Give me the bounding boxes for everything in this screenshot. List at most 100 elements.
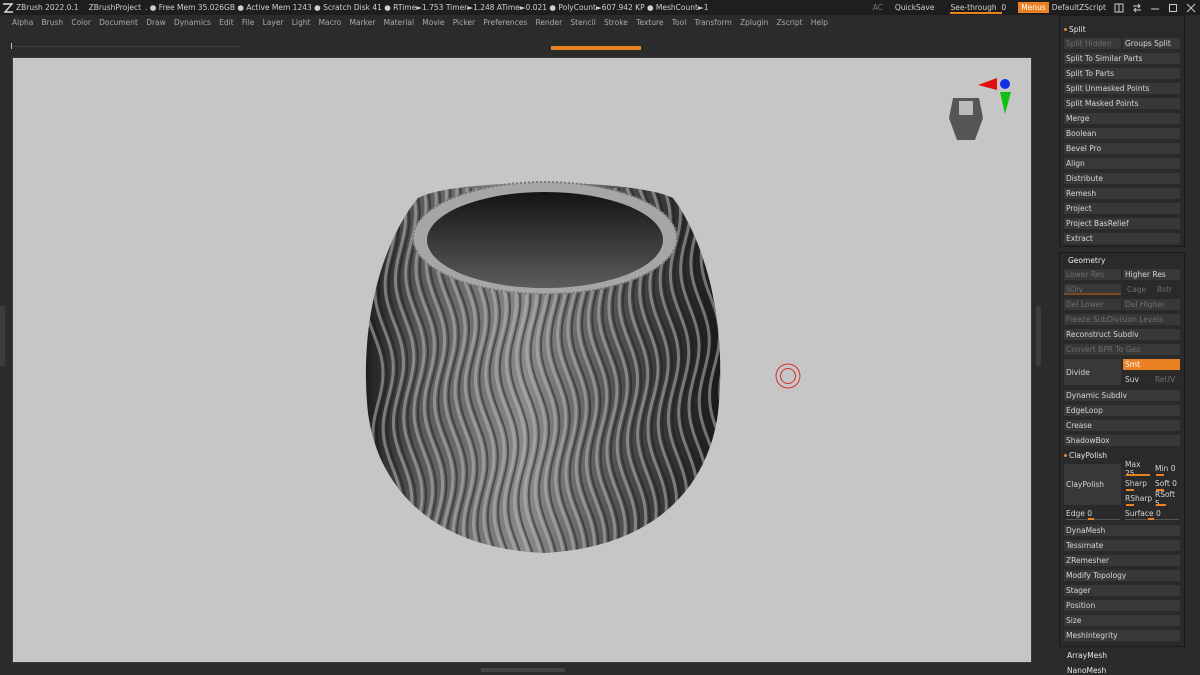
split-unmasked-button[interactable]: Split Unmasked Points	[1064, 83, 1180, 94]
menu-dynamics[interactable]: Dynamics	[174, 18, 211, 27]
project-menu[interactable]: Project	[1064, 203, 1180, 214]
crease-menu[interactable]: Crease	[1064, 420, 1180, 431]
document-canvas[interactable]	[13, 58, 1031, 662]
reuv-button[interactable]: ReUV	[1153, 374, 1181, 385]
split-hidden-button[interactable]: Split Hidden	[1064, 38, 1121, 49]
see-through-slider[interactable]: See-through 0	[950, 3, 1006, 14]
menu-stroke[interactable]: Stroke	[604, 18, 628, 27]
tessimate-menu[interactable]: Tessimate	[1064, 540, 1180, 551]
suv-toggle[interactable]: Suv	[1123, 374, 1151, 385]
convert-bpr-button[interactable]: Convert BPR To Geo	[1064, 344, 1180, 355]
dynamic-subdiv-menu[interactable]: Dynamic Subdiv	[1064, 390, 1180, 401]
sharp-slider[interactable]: Sharp	[1123, 478, 1151, 489]
menu-file[interactable]: File	[242, 18, 255, 27]
memory-info: . ● Free Mem 35.026GB ● Active Mem 1243 …	[145, 3, 709, 12]
zremesher-menu[interactable]: ZRemesher	[1064, 555, 1180, 566]
freeze-subdiv-button[interactable]: Freeze SubDivision Levels	[1064, 314, 1180, 325]
menu-render[interactable]: Render	[536, 18, 563, 27]
canvas-viewport[interactable]	[12, 57, 1032, 663]
shadowbox-menu[interactable]: ShadowBox	[1064, 435, 1180, 446]
sharp-slider-track	[1126, 489, 1134, 491]
menu-movie[interactable]: Movie	[422, 18, 444, 27]
menu-color[interactable]: Color	[71, 18, 91, 27]
default-zscript-button[interactable]: DefaultZScript	[1052, 3, 1106, 12]
layout-icon[interactable]	[1114, 3, 1124, 13]
menu-document[interactable]: Document	[99, 18, 138, 27]
menu-light[interactable]: Light	[292, 18, 311, 27]
divide-button[interactable]: Divide	[1064, 359, 1121, 385]
restore-icon[interactable]	[1168, 3, 1178, 13]
split-parts-button[interactable]: Split To Parts	[1064, 68, 1180, 79]
menu-texture[interactable]: Texture	[636, 18, 663, 27]
dynamesh-menu[interactable]: DynaMesh	[1064, 525, 1180, 536]
swap-icon[interactable]	[1132, 3, 1142, 13]
minimize-icon[interactable]	[1150, 3, 1160, 13]
menu-transform[interactable]: Transform	[695, 18, 732, 27]
bottom-tray-handle[interactable]	[481, 668, 565, 672]
smt-toggle[interactable]: Smt	[1123, 359, 1180, 370]
left-tray-handle[interactable]	[0, 306, 5, 366]
del-higher-button[interactable]: Del Higher	[1123, 299, 1180, 310]
menu-brush[interactable]: Brush	[42, 18, 64, 27]
nanomesh-menu[interactable]: NanoMesh	[1067, 665, 1106, 675]
sdiv-slider-track	[1064, 293, 1121, 295]
rsoft-slider[interactable]: RSoft 5	[1153, 490, 1181, 508]
menu-draw[interactable]: Draw	[146, 18, 166, 27]
menu-layer[interactable]: Layer	[263, 18, 284, 27]
split-similar-button[interactable]: Split To Similar Parts	[1064, 53, 1180, 64]
meshintegrity-menu[interactable]: MeshIntegrity	[1064, 630, 1180, 641]
merge-menu[interactable]: Merge	[1064, 113, 1180, 124]
size-menu[interactable]: Size	[1064, 615, 1180, 626]
menu-stencil[interactable]: Stencil	[570, 18, 595, 27]
soft-slider[interactable]: Soft 0	[1153, 478, 1181, 489]
higher-res-button[interactable]: Higher Res	[1123, 269, 1180, 280]
stager-menu[interactable]: Stager	[1064, 585, 1180, 596]
bevel-pro-menu[interactable]: Bevel Pro	[1064, 143, 1180, 154]
split-masked-button[interactable]: Split Masked Points	[1064, 98, 1180, 109]
menus-toggle[interactable]: Menus	[1018, 2, 1049, 13]
section-dot-icon	[1064, 454, 1067, 457]
reconstruct-subdiv-button[interactable]: Reconstruct Subdiv	[1064, 329, 1180, 340]
min-slider[interactable]: Min 0	[1153, 463, 1181, 474]
quicksave-button[interactable]: QuickSave	[895, 3, 935, 12]
menu-tool[interactable]: Tool	[672, 18, 687, 27]
modify-topology-menu[interactable]: Modify Topology	[1064, 570, 1180, 581]
menu-edit[interactable]: Edit	[219, 18, 234, 27]
ac-button[interactable]: AC	[873, 3, 883, 12]
menu-zplugin[interactable]: Zplugin	[740, 18, 768, 27]
align-menu[interactable]: Align	[1064, 158, 1180, 169]
extract-menu[interactable]: Extract	[1064, 233, 1180, 244]
cage-button[interactable]: Cage	[1125, 284, 1153, 295]
max-slider[interactable]: Max 25	[1123, 460, 1151, 478]
rsharp-slider[interactable]: RSharp	[1123, 493, 1152, 504]
claypolish-button[interactable]: ClayPolish	[1064, 464, 1121, 505]
claypolish-header[interactable]: ClayPolish	[1064, 450, 1107, 461]
boolean-menu[interactable]: Boolean	[1064, 128, 1180, 139]
edgeloop-menu[interactable]: EdgeLoop	[1064, 405, 1180, 416]
rstr-button[interactable]: Rstr	[1155, 284, 1181, 295]
menu-preferences[interactable]: Preferences	[483, 18, 527, 27]
menu-alpha[interactable]: Alpha	[12, 18, 33, 27]
menu-marker[interactable]: Marker	[350, 18, 376, 27]
menu-macro[interactable]: Macro	[319, 18, 342, 27]
split-section-header[interactable]: Split	[1064, 24, 1086, 35]
project-basrelief-menu[interactable]: Project BasRelief	[1064, 218, 1180, 229]
menu-material[interactable]: Material	[384, 18, 414, 27]
right-tray-handle[interactable]	[1036, 306, 1041, 366]
gizmo-axis-z	[1000, 79, 1010, 89]
remesh-menu[interactable]: Remesh	[1064, 188, 1180, 199]
palette-scrollbar[interactable]	[1190, 15, 1200, 675]
menu-picker[interactable]: Picker	[453, 18, 475, 27]
arraymesh-menu[interactable]: ArrayMesh	[1067, 650, 1107, 661]
lower-res-button[interactable]: Lower Res	[1064, 269, 1121, 280]
distribute-menu[interactable]: Distribute	[1064, 173, 1180, 184]
del-lower-button[interactable]: Del Lower	[1064, 299, 1121, 310]
navigation-gizmo[interactable]	[949, 78, 1011, 140]
groups-split-button[interactable]: Groups Split	[1123, 38, 1180, 49]
menu-zscript[interactable]: Zscript	[777, 18, 803, 27]
position-menu[interactable]: Position	[1064, 600, 1180, 611]
close-icon[interactable]	[1186, 3, 1196, 13]
menu-help[interactable]: Help	[811, 18, 828, 27]
geometry-header[interactable]: Geometry	[1068, 255, 1105, 266]
top-shelf-scroll-indicator[interactable]	[551, 46, 641, 50]
